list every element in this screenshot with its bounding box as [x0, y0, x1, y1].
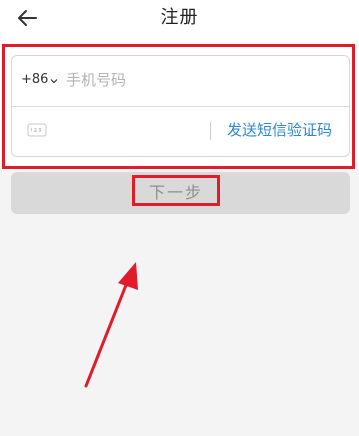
- annotation-arrow-icon: [84, 262, 138, 388]
- next-step-button[interactable]: 下一步: [11, 172, 350, 214]
- next-step-label: 下一步: [148, 184, 203, 202]
- form-annotation-highlight: [2, 44, 355, 169]
- next-label-annotation-highlight: 下一步: [132, 175, 220, 206]
- app-header: 注册: [0, 0, 359, 40]
- page-title: 注册: [160, 7, 199, 28]
